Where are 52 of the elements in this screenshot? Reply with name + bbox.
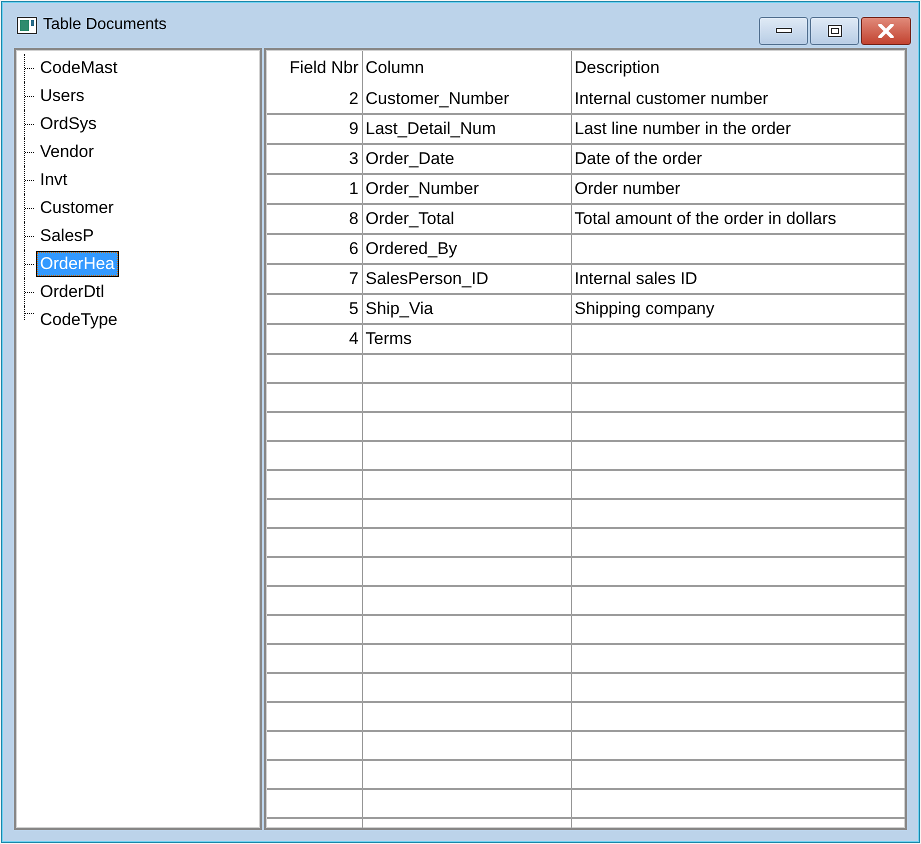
field-number-cell: 6	[349, 239, 358, 258]
field-number-cell: 5	[349, 299, 358, 318]
minimize-button[interactable]	[759, 17, 808, 45]
description-cell: Internal sales ID	[574, 269, 698, 288]
column-name-cell: Terms	[366, 329, 412, 348]
description-cell: Internal customer number	[574, 88, 768, 108]
window-title: Table Documents	[43, 15, 167, 35]
tree-item[interactable]: SalesP	[37, 224, 97, 248]
description-cell: Order number	[574, 179, 680, 198]
tree-line	[24, 82, 37, 110]
description-cell: Shipping company	[574, 299, 714, 318]
column-header[interactable]: Column	[366, 58, 424, 77]
tree-line	[24, 110, 37, 138]
column-name-cell: Order_Date	[366, 149, 454, 168]
maximize-button[interactable]	[810, 17, 859, 45]
tree-item[interactable]: Users	[37, 84, 88, 108]
field-number-cell: 7	[349, 269, 358, 288]
column-name-cell: Ordered_By	[366, 239, 458, 258]
tree-line	[24, 194, 37, 222]
field-number-cell: 4	[349, 329, 358, 348]
field-number-cell: 2	[349, 88, 358, 108]
column-name-cell: Order_Number	[366, 179, 479, 198]
description-cell: Total amount of the order in dollars	[574, 209, 836, 228]
column-name-cell: Order_Total	[366, 209, 454, 228]
close-icon	[878, 24, 894, 38]
tree-item[interactable]: Invt	[37, 168, 70, 192]
description-cell: Last line number in the order	[574, 119, 791, 138]
tree-line	[24, 54, 37, 82]
close-button[interactable]	[861, 17, 911, 45]
column-name-cell: Customer_Number	[366, 88, 510, 108]
tree-item[interactable]: OrderDtl	[37, 280, 108, 304]
field-number-header[interactable]: Field Nbr	[290, 58, 358, 77]
column-name-cell: SalesPerson_ID	[366, 269, 488, 288]
field-number-cell: 3	[349, 149, 358, 168]
maximize-icon	[828, 25, 842, 37]
tree-item[interactable]: CodeType	[37, 308, 120, 332]
field-number-cell: 1	[349, 179, 358, 198]
tree-item[interactable]: OrdSys	[37, 112, 100, 136]
field-number-cell: 8	[349, 209, 358, 228]
tree-line	[24, 138, 37, 166]
field-number-cell: 9	[349, 119, 358, 138]
column-name-cell: Ship_Via	[366, 299, 434, 318]
description-cell: Date of the order	[574, 149, 702, 168]
description-header[interactable]: Description	[574, 58, 660, 77]
tree-item[interactable]: Vendor	[37, 140, 97, 164]
column-name-cell: Last_Detail_Num	[366, 119, 496, 138]
minimize-icon	[776, 28, 792, 34]
tree-line	[24, 166, 37, 194]
app-icon	[17, 16, 37, 34]
tree-line	[24, 222, 37, 250]
tree-item[interactable]: Customer	[37, 196, 117, 220]
tree-item[interactable]: CodeMast	[37, 56, 120, 80]
